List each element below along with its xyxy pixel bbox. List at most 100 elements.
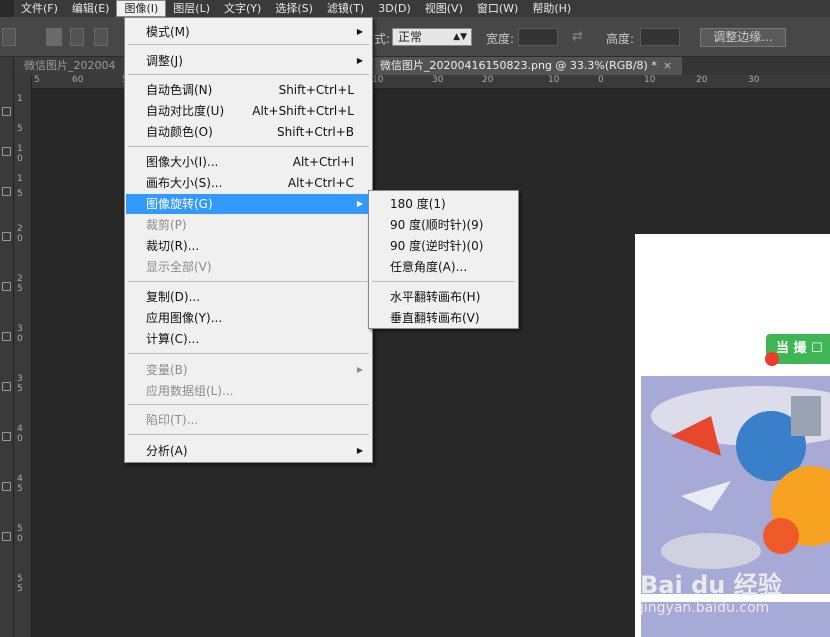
ruler-tick: 4 — [17, 424, 23, 434]
tab-document-2[interactable]: 微信图片_20200416150823.png @ 33.3%(RGB/8) *… — [370, 57, 682, 75]
menu-separator — [128, 74, 369, 75]
ruler-tick: 10 — [548, 75, 560, 85]
menu-item-trim[interactable]: 裁切(R)... — [126, 236, 371, 256]
menu-item-image-rotation[interactable]: 图像旋转(G) ▶ — [126, 194, 371, 214]
menu-window[interactable]: 窗口(W) — [470, 0, 525, 17]
menu-3d[interactable]: 3D(D) — [371, 0, 418, 17]
menu-item-auto-contrast[interactable]: 自动对比度(U) Alt+Shift+Ctrl+L — [126, 101, 371, 121]
menu-separator — [128, 353, 369, 354]
menu-item-arbitrary-angle[interactable]: 任意角度(A)... — [370, 257, 517, 277]
submenu-arrow-icon: ▶ — [356, 365, 363, 374]
submenu-arrow-icon: ▶ — [356, 56, 363, 65]
menu-item-label: 变量(B) — [146, 363, 188, 377]
menu-item-image-size[interactable]: 图像大小(I)... Alt+Ctrl+I — [126, 152, 371, 172]
menu-item-label: 画布大小(S)... — [146, 176, 223, 190]
submenu-arrow-icon: ▶ — [356, 199, 363, 208]
menu-item-flip-horizontal[interactable]: 水平翻转画布(H) — [370, 287, 517, 307]
close-icon[interactable]: × — [663, 59, 672, 72]
menu-item-shortcut: Shift+Ctrl+B — [277, 125, 354, 139]
width-input[interactable] — [518, 28, 558, 46]
zoom-tool-icon[interactable] — [2, 482, 11, 491]
menu-item-auto-color[interactable]: 自动颜色(O) Shift+Ctrl+B — [126, 122, 371, 142]
menu-item-calculations[interactable]: 计算(C)... — [126, 329, 371, 349]
vertical-ruler: 1 5 1 0 1 5 2 0 2 5 3 0 3 5 4 0 4 5 5 0 … — [14, 75, 32, 637]
ruler-tick: 0 — [17, 334, 23, 344]
image-rotation-submenu: 180 度(1) 90 度(顺时针)(9) 90 度(逆时针)(0) 任意角度(… — [368, 190, 519, 329]
menu-view[interactable]: 视图(V) — [418, 0, 470, 17]
ruler-tick: 1 — [17, 174, 23, 184]
new-selection-icon[interactable] — [46, 28, 62, 46]
ruler-tick: 20 — [482, 75, 494, 85]
eraser-tool-icon[interactable] — [2, 282, 11, 291]
menu-image[interactable]: 图像(I) — [116, 0, 167, 17]
ruler-tick: 60 — [72, 75, 84, 85]
menu-type[interactable]: 文字(Y) — [217, 0, 268, 17]
ruler-tick: 3 — [17, 324, 23, 334]
menu-edit[interactable]: 编辑(E) — [65, 0, 117, 17]
photoshop-logo-icon — [0, 0, 14, 17]
menu-item-duplicate[interactable]: 复制(D)... — [126, 287, 371, 307]
menu-help[interactable]: 帮助(H) — [525, 0, 578, 17]
tab-document-1[interactable]: 微信图片_202004 — [14, 57, 124, 75]
menu-item-label: 图像旋转(G) — [146, 197, 213, 211]
menu-item-mode[interactable]: 模式(M) ▶ — [126, 22, 371, 42]
ruler-tick: 2 — [17, 274, 23, 284]
menu-item-rotate-90-cw[interactable]: 90 度(顺时针)(9) — [370, 215, 517, 235]
menu-item-variables: 变量(B) ▶ — [126, 360, 371, 380]
ruler-tick: 5 — [34, 75, 40, 85]
ruler-tick: 5 — [17, 574, 23, 584]
move-tool-icon[interactable] — [2, 107, 11, 116]
menu-select[interactable]: 选择(S) — [268, 0, 320, 17]
menu-item-canvas-size[interactable]: 画布大小(S)... Alt+Ctrl+C — [126, 173, 371, 193]
menu-item-label: 自动颜色(O) — [146, 125, 213, 139]
hand-tool-icon[interactable] — [2, 432, 11, 441]
ruler-tick: 5 — [17, 284, 23, 294]
color-swatch-icon[interactable] — [2, 532, 11, 541]
submenu-arrow-icon: ▶ — [356, 446, 363, 455]
ruler-tick: 3 — [17, 374, 23, 384]
menu-separator — [128, 281, 369, 282]
menu-item-analysis[interactable]: 分析(A) ▶ — [126, 441, 371, 461]
menu-item-flip-vertical[interactable]: 垂直翻转画布(V) — [370, 308, 517, 328]
menu-item-rotate-90-ccw[interactable]: 90 度(逆时针)(0) — [370, 236, 517, 256]
width-label: 宽度: — [486, 32, 515, 46]
crop-tool-icon[interactable] — [2, 187, 11, 196]
refine-edge-button[interactable]: 调整边缘... — [700, 28, 786, 47]
swap-icon[interactable]: ⇄ — [572, 29, 583, 44]
menu-filter[interactable]: 滤镜(T) — [320, 0, 371, 17]
style-select[interactable]: 正常 ▲▼ — [392, 28, 472, 46]
subtract-from-selection-icon[interactable] — [94, 28, 108, 46]
type-tool-icon[interactable] — [2, 382, 11, 391]
menu-item-crop: 裁剪(P) — [126, 215, 371, 235]
menu-item-adjustments[interactable]: 调整(J) ▶ — [126, 51, 371, 71]
ruler-tick: 5 — [17, 584, 23, 594]
pen-tool-icon[interactable] — [2, 332, 11, 341]
ruler-tick: 5 — [17, 189, 23, 199]
style-select-value: 正常 — [398, 30, 423, 44]
lasso-tool-icon[interactable] — [2, 147, 11, 156]
add-to-selection-icon[interactable] — [70, 28, 84, 46]
ruler-tick: 30 — [432, 75, 444, 85]
ruler-tick: 0 — [17, 234, 23, 244]
marquee-tool-preset-icon[interactable] — [2, 28, 16, 46]
image-red-dot — [765, 352, 779, 366]
menu-file[interactable]: 文件(F) — [14, 0, 65, 17]
menu-item-reveal-all: 显示全部(V) — [126, 257, 371, 277]
menu-item-rotate-180[interactable]: 180 度(1) — [370, 194, 517, 214]
menu-item-shortcut: Alt+Ctrl+I — [292, 155, 354, 169]
height-input[interactable] — [640, 28, 680, 46]
brush-tool-icon[interactable] — [2, 232, 11, 241]
watermark-url: jingyan.baidu.com — [640, 600, 770, 616]
menu-item-label: 显示全部(V) — [146, 260, 212, 274]
menu-item-apply-image[interactable]: 应用图像(Y)... — [126, 308, 371, 328]
chevron-updown-icon: ▲▼ — [453, 32, 467, 42]
menu-separator — [128, 146, 369, 147]
menu-item-label: 应用图像(Y)... — [146, 311, 223, 325]
menu-item-auto-tone[interactable]: 自动色调(N) Shift+Ctrl+L — [126, 80, 371, 100]
menu-layer[interactable]: 图层(L) — [166, 0, 217, 17]
menu-item-label: 调整(J) — [146, 54, 183, 68]
menu-item-label: 分析(A) — [146, 444, 188, 458]
menu-separator — [128, 44, 369, 45]
ruler-tick: 0 — [17, 434, 23, 444]
ruler-tick: 0 — [17, 154, 23, 164]
